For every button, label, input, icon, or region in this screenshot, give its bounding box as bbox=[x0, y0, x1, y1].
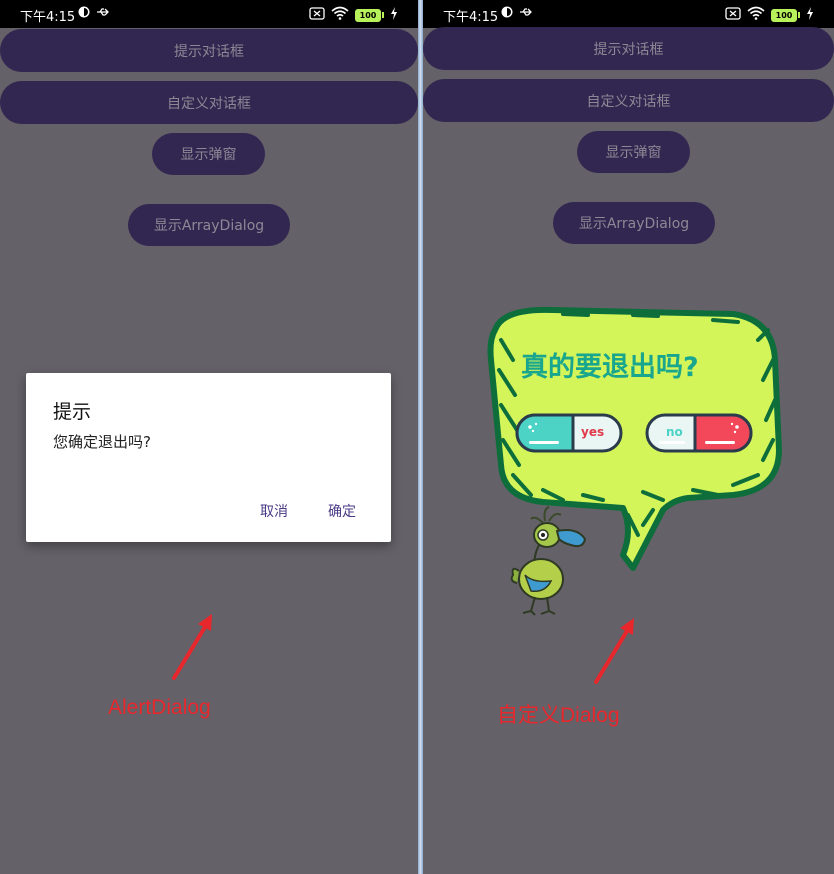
caption-alertdialog: AlertDialog bbox=[108, 696, 211, 719]
status-bar: 下午4:15 100 bbox=[0, 0, 418, 28]
app-notification-icon bbox=[501, 6, 513, 22]
dodo-bird-icon bbox=[510, 506, 587, 616]
pointer-arrow-icon bbox=[172, 614, 212, 680]
battery-icon: 100 bbox=[771, 8, 800, 22]
battery-icon: 100 bbox=[355, 8, 384, 22]
yes-pill-button[interactable] bbox=[515, 413, 623, 453]
wifi-icon bbox=[747, 6, 765, 24]
status-bar: 下午4:15 100 bbox=[423, 0, 834, 28]
charging-icon bbox=[390, 6, 398, 24]
show-array-dialog-button[interactable]: 显示ArrayDialog bbox=[553, 202, 715, 244]
phone-screen-custom-dialog: 下午4:15 100 提示对话框 自定义对话框 显示弹窗 显示ArrayDial… bbox=[423, 0, 834, 874]
yes-label: yes bbox=[581, 425, 605, 439]
no-label: no bbox=[666, 425, 683, 439]
show-array-dialog-button[interactable]: 显示ArrayDialog bbox=[128, 204, 290, 246]
tip-dialog-button[interactable]: 提示对话框 bbox=[0, 29, 418, 72]
battery-level: 100 bbox=[771, 8, 797, 22]
custom-dialog-button[interactable]: 自定义对话框 bbox=[423, 79, 834, 122]
status-time: 下午4:15 bbox=[443, 10, 499, 25]
usb-icon bbox=[96, 6, 110, 22]
usb-icon bbox=[519, 6, 533, 22]
alert-cancel-button[interactable]: 取消 bbox=[260, 501, 288, 521]
tip-dialog-button[interactable]: 提示对话框 bbox=[423, 27, 834, 70]
show-popup-button[interactable]: 显示弹窗 bbox=[152, 133, 265, 175]
phone-screen-alertdialog: 下午4:15 100 提示对话框 自定义对话框 显示弹窗 显示ArrayDial… bbox=[0, 0, 418, 874]
caption-custom-dialog: 自定义Dialog bbox=[497, 704, 620, 727]
pointer-arrow-icon bbox=[594, 618, 634, 684]
alert-dialog-message: 您确定退出吗? bbox=[53, 433, 151, 451]
no-pill-button[interactable] bbox=[645, 413, 753, 453]
app-notification-icon bbox=[78, 6, 90, 22]
alert-confirm-button[interactable]: 确定 bbox=[328, 501, 356, 521]
custom-dialog-title: 真的要退出吗? bbox=[521, 352, 699, 383]
sim-disabled-icon bbox=[725, 6, 741, 24]
battery-level: 100 bbox=[355, 8, 381, 22]
sim-disabled-icon bbox=[309, 6, 325, 24]
charging-icon bbox=[806, 6, 814, 24]
custom-dialog-button[interactable]: 自定义对话框 bbox=[0, 81, 418, 124]
alert-dialog: 提示 您确定退出吗? 取消 确定 bbox=[26, 373, 391, 542]
show-popup-button[interactable]: 显示弹窗 bbox=[577, 131, 690, 173]
status-time: 下午4:15 bbox=[20, 10, 76, 25]
wifi-icon bbox=[331, 6, 349, 24]
alert-dialog-title: 提示 bbox=[53, 401, 92, 423]
